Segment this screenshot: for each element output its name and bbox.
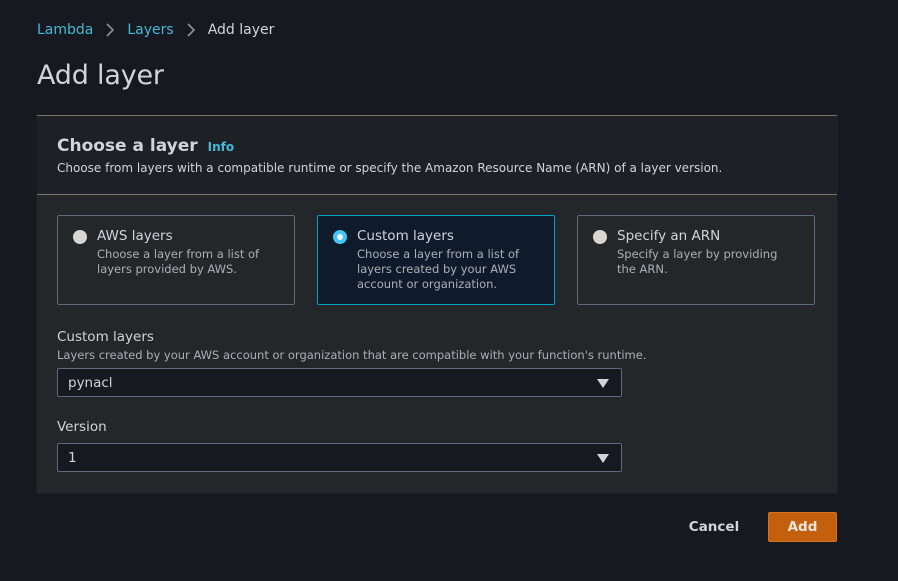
page-title: Add layer — [37, 60, 164, 91]
chevron-right-icon — [99, 21, 121, 39]
option-label: AWS layers — [97, 228, 173, 244]
option-aws-layers[interactable]: AWS layers Choose a layer from a list of… — [57, 215, 295, 305]
panel-header: Choose a layer Info Choose from layers w… — [37, 116, 837, 195]
radio-aws-layers[interactable] — [73, 230, 87, 244]
option-description: Choose a layer from a list of layers pro… — [97, 247, 260, 276]
breadcrumb-layers[interactable]: Layers — [127, 22, 173, 38]
info-link[interactable]: Info — [208, 140, 234, 154]
panel-description: Choose from layers with a compatible run… — [57, 161, 723, 175]
radio-specify-arn[interactable] — [593, 230, 607, 244]
breadcrumb-current: Add layer — [207, 22, 275, 38]
custom-layers-select[interactable]: pynacl — [57, 368, 622, 397]
choose-layer-panel: Choose a layer Info Choose from layers w… — [37, 115, 837, 493]
panel-title: Choose a layer Info — [57, 136, 234, 156]
panel-title-text: Choose a layer — [57, 136, 198, 156]
option-custom-layers[interactable]: Custom layers Choose a layer from a list… — [317, 215, 555, 305]
caret-down-icon — [597, 454, 609, 463]
option-label: Custom layers — [357, 228, 454, 244]
option-label: Specify an ARN — [617, 228, 721, 244]
breadcrumb: Lambda Layers Add layer — [37, 21, 274, 39]
version-select[interactable]: 1 — [57, 443, 622, 472]
option-specify-arn[interactable]: Specify an ARN Specify a layer by provid… — [577, 215, 815, 305]
option-description: Choose a layer from a list of layers cre… — [357, 247, 520, 291]
caret-down-icon — [597, 379, 609, 388]
version-value: 1 — [68, 450, 77, 466]
chevron-right-icon — [180, 21, 202, 39]
version-label: Version — [57, 419, 107, 435]
custom-layers-label: Custom layers — [57, 329, 154, 345]
add-button[interactable]: Add — [768, 512, 837, 542]
custom-layers-description: Layers created by your AWS account or or… — [57, 348, 647, 362]
radio-custom-layers[interactable] — [333, 230, 347, 244]
custom-layers-value: pynacl — [68, 375, 113, 391]
cancel-button[interactable]: Cancel — [683, 512, 745, 542]
option-description: Specify a layer by providing the ARN. — [617, 247, 778, 276]
breadcrumb-lambda[interactable]: Lambda — [37, 22, 93, 38]
